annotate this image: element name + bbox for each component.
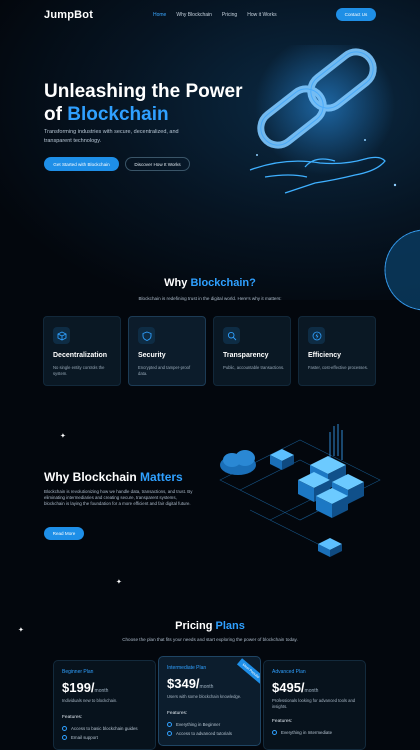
plan-price-amount: $495/: [272, 680, 305, 695]
matters-text: Blockchain is revolutionizing how we han…: [44, 489, 193, 507]
hero-title: Unleashing the Power of Blockchain: [44, 80, 244, 126]
plan-price: $199/month: [62, 680, 108, 695]
feature-card-security: Security Encrypted and tamper-proof data…: [128, 316, 206, 386]
why-title-highlight: Blockchain?: [190, 277, 256, 289]
isometric-blockchain-illustration: [219, 424, 381, 557]
check-icon: [62, 735, 67, 740]
plan-description: Individuals new to blockchain.: [62, 698, 118, 703]
read-more-button[interactable]: Read More: [44, 527, 84, 540]
feature-item: Email support: [62, 735, 98, 740]
feature-text: Everything in Intermediate: [281, 730, 333, 735]
feature-text: Email support: [71, 735, 98, 740]
why-title-prefix: Why: [164, 277, 191, 289]
bolt-icon: [308, 327, 325, 344]
sparkle-icon: ✦: [116, 579, 122, 586]
nav-link-home[interactable]: Home: [153, 12, 166, 18]
feature-text: Access to advanced tutorials: [176, 731, 232, 736]
card-title: Decentralization: [53, 352, 108, 359]
card-description: Encrypted and tamper-proof data.: [138, 365, 191, 376]
feature-card-efficiency: Efficiency Faster, cost-effective proces…: [298, 316, 376, 386]
plan-price-period: month: [304, 688, 319, 694]
node-cubes-icon: [298, 456, 364, 518]
plan-price-amount: $199/: [62, 680, 95, 695]
feature-card-transparency: Transparency Public, accountable transac…: [213, 316, 291, 386]
hand-icon: [249, 156, 386, 194]
server-block-icon: [270, 449, 294, 470]
plan-price-period: month: [199, 684, 214, 690]
feature-item: Access to basic blockchain guides: [62, 726, 138, 731]
features-label: Features:: [62, 715, 83, 720]
logo[interactable]: JumpBot: [44, 9, 93, 21]
pricing-card-intermediate: Most Popular Intermediate Plan $349/mont…: [158, 656, 261, 746]
why-blockchain-subtitle: Blockchain is redefining trust in the di…: [138, 296, 282, 301]
plan-price-amount: $349/: [167, 676, 200, 691]
sparkle-icon: ✦: [60, 433, 66, 440]
plan-price: $495/month: [272, 680, 318, 695]
most-popular-badge: Most Popular: [236, 658, 260, 684]
get-started-button[interactable]: Get Started with Blockchain: [44, 157, 119, 171]
pricing-subtitle: Choose the plan that fits your needs and…: [122, 637, 298, 642]
plan-name: Advanced Plan: [272, 669, 306, 675]
search-icon: [223, 327, 240, 344]
feature-text: Access to basic blockchain guides: [71, 726, 138, 731]
pricing-title-highlight: Plans: [215, 620, 245, 632]
shield-icon: [138, 327, 155, 344]
check-icon: [167, 731, 172, 736]
matters-title: Why Blockchain Matters: [44, 470, 183, 484]
discover-button[interactable]: Discover How It Works: [125, 157, 190, 171]
feature-text: Everything in Beginner: [176, 722, 221, 727]
check-icon: [272, 730, 277, 735]
card-title: Efficiency: [308, 352, 342, 359]
card-title: Transparency: [223, 352, 269, 359]
navbar: JumpBot Home Why Blockchain Pricing How …: [0, 0, 420, 30]
card-description: Faster, cost-effective processes.: [308, 365, 368, 370]
hero-title-highlight: Blockchain: [67, 104, 169, 125]
contact-button[interactable]: Contact Us: [336, 8, 376, 21]
pricing-title: Pricing Plans: [0, 620, 420, 632]
nav-link-how-it-works[interactable]: How it Works: [247, 12, 276, 18]
check-icon: [167, 722, 172, 727]
features-label: Features:: [167, 711, 188, 716]
pricing-title-prefix: Pricing: [175, 620, 216, 632]
plan-description: Users with some blockchain knowledge.: [167, 694, 242, 699]
nav-links: Home Why Blockchain Pricing How it Works: [153, 12, 277, 18]
check-icon: [62, 726, 67, 731]
pricing-card-beginner: Beginner Plan $199/month Individuals new…: [53, 660, 156, 750]
cube-icon: [53, 327, 70, 344]
matters-title-highlight: Matters: [140, 470, 183, 484]
feature-item: Access to advanced tutorials: [167, 731, 232, 736]
feature-card-decentralization: Decentralization No single entity contro…: [43, 316, 121, 386]
cloud-icon: [220, 450, 256, 475]
plan-name: Beginner Plan: [62, 669, 94, 675]
base-block-icon: [318, 538, 342, 557]
hero-title-prefix: of: [44, 104, 68, 125]
features-label: Features:: [272, 719, 293, 724]
pricing-card-advanced: Advanced Plan $495/month Professionals l…: [263, 660, 366, 750]
plan-price: $349/month: [167, 676, 213, 691]
plan-price-period: month: [94, 688, 109, 694]
hero-subtitle: Transforming industries with secure, dec…: [44, 129, 179, 144]
blockchain-chain-hand-illustration: [249, 45, 397, 194]
feature-item: Everything in Intermediate: [272, 730, 332, 735]
plan-name: Intermediate Plan: [167, 665, 207, 671]
why-blockchain-title: Why Blockchain?: [0, 277, 420, 289]
matters-title-prefix: Why Blockchain: [44, 470, 141, 484]
nav-link-pricing[interactable]: Pricing: [222, 12, 237, 18]
nav-link-why-blockchain[interactable]: Why Blockchain: [176, 12, 212, 18]
globe-illustration: [384, 229, 420, 311]
plan-description: Professionals looking for advanced tools…: [272, 698, 356, 709]
card-title: Security: [138, 352, 166, 359]
card-description: Public, accountable transactions.: [223, 365, 285, 370]
hero-title-line1: Unleashing the Power: [44, 81, 243, 102]
feature-item: Everything in Beginner: [167, 722, 220, 727]
card-description: No single entity controls the system.: [53, 365, 105, 376]
